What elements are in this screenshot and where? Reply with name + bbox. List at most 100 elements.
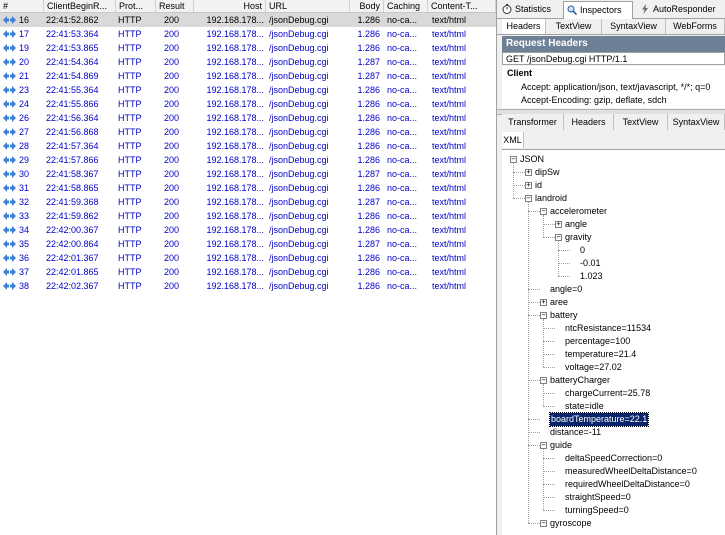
collapse-icon[interactable]: −: [540, 520, 547, 527]
tree-node[interactable]: gravity: [565, 231, 592, 244]
expand-icon[interactable]: +: [555, 221, 562, 228]
session-row[interactable]: 36 22:42:01.367 HTTP 200 192.168.178... /json…: [0, 251, 496, 265]
request-tab-textview[interactable]: TextView: [546, 19, 602, 34]
tree-node[interactable]: dipSw: [535, 166, 560, 179]
session-caching: no-ca...: [387, 43, 418, 53]
tree-node[interactable]: requiredWheelDeltaDistance=0: [565, 478, 690, 491]
tree-node[interactable]: angle: [565, 218, 587, 231]
session-row[interactable]: 27 22:41:56.868 HTTP 200 192.168.178... /json…: [0, 125, 496, 139]
session-result: 200: [164, 267, 180, 277]
collapse-icon[interactable]: −: [540, 442, 547, 449]
tree-node[interactable]: straightSpeed=0: [565, 491, 631, 504]
session-row[interactable]: 32 22:41:59.368 HTTP 200 192.168.178... /json…: [0, 195, 496, 209]
column-header-url[interactable]: URL: [266, 0, 350, 12]
tree-node[interactable]: 0: [580, 244, 585, 257]
tab-inspectors[interactable]: Inspectors: [563, 1, 633, 19]
column-header-client-begin[interactable]: ClientBeginR...: [44, 0, 116, 12]
column-header-host[interactable]: Host: [194, 0, 266, 12]
tree-node[interactable]: gyroscope: [550, 517, 592, 530]
column-header-body[interactable]: Body: [350, 0, 384, 12]
tree-node[interactable]: temperature=21.4: [565, 348, 636, 361]
tree-node[interactable]: 1.023: [580, 270, 603, 283]
collapse-icon[interactable]: −: [555, 234, 562, 241]
expand-icon[interactable]: +: [525, 169, 532, 176]
session-row[interactable]: 33 22:41:59.862 HTTP 200 192.168.178... /json…: [0, 209, 496, 223]
stopwatch-icon: [502, 4, 512, 14]
tree-node[interactable]: guide: [550, 439, 572, 452]
session-row[interactable]: 31 22:41:58.865 HTTP 200 192.168.178... /json…: [0, 181, 496, 195]
header-accept[interactable]: Accept: application/json, text/javascrip…: [521, 82, 710, 92]
tree-node[interactable]: measuredWheelDeltaDistance=0: [565, 465, 697, 478]
request-tab-headers[interactable]: Headers: [502, 19, 546, 34]
expand-icon[interactable]: +: [525, 182, 532, 189]
session-url: /jsonDebug.cgi: [269, 225, 329, 235]
tree-node[interactable]: aree: [550, 296, 568, 309]
column-header-content-type[interactable]: Content-T...: [428, 0, 496, 12]
session-row[interactable]: 29 22:41:57.866 HTTP 200 192.168.178... /json…: [0, 153, 496, 167]
session-caching: no-ca...: [387, 71, 418, 81]
tree-node[interactable]: battery: [550, 309, 578, 322]
tab-autoresponder[interactable]: AutoResponder: [637, 1, 725, 17]
response-tab-textview[interactable]: TextView: [614, 114, 668, 130]
session-row[interactable]: 26 22:41:56.364 HTTP 200 192.168.178... /json…: [0, 111, 496, 125]
tree-node[interactable]: deltaSpeedCorrection=0: [565, 452, 662, 465]
tree-node[interactable]: state=idle: [565, 400, 604, 413]
request-response-arrows-icon: [3, 184, 16, 192]
response-tab-transformer[interactable]: Transformer: [502, 114, 564, 130]
collapse-icon[interactable]: −: [510, 156, 517, 163]
session-row[interactable]: 37 22:42:01.865 HTTP 200 192.168.178... /json…: [0, 265, 496, 279]
collapse-icon[interactable]: −: [540, 208, 547, 215]
session-protocol: HTTP: [118, 253, 142, 263]
tree-node[interactable]: turningSpeed=0: [565, 504, 629, 517]
tree-node[interactable]: batteryCharger: [550, 374, 610, 387]
session-result: 200: [164, 169, 180, 179]
tree-node[interactable]: landroid: [535, 192, 567, 205]
tree-node[interactable]: JSON: [520, 153, 544, 166]
session-number: 33: [19, 211, 30, 221]
session-row[interactable]: 21 22:41:54.869 HTTP 200 192.168.178... /json…: [0, 69, 496, 83]
session-row[interactable]: 38 22:42:02.367 HTTP 200 192.168.178... /json…: [0, 279, 496, 293]
tree-node[interactable]: voltage=27.02: [565, 361, 622, 374]
header-accept-encoding[interactable]: Accept-Encoding: gzip, deflate, sdch: [521, 95, 667, 105]
column-header-caching[interactable]: Caching: [384, 0, 428, 12]
request-line[interactable]: GET /jsonDebug.cgi HTTP/1.1: [502, 52, 725, 65]
tree-node[interactable]: boardTemperature=22.1: [548, 412, 650, 427]
request-tab-webforms[interactable]: WebForms: [666, 19, 725, 34]
expand-icon[interactable]: +: [540, 299, 547, 306]
column-header-number[interactable]: #: [0, 0, 44, 12]
session-row[interactable]: 34 22:42:00.367 HTTP 200 192.168.178... /json…: [0, 223, 496, 237]
tree-node[interactable]: angle=0: [550, 283, 582, 296]
session-row[interactable]: 23 22:41:55.364 HTTP 200 192.168.178... /json…: [0, 83, 496, 97]
session-row[interactable]: 17 22:41:53.364 HTTP 200 192.168.178... /json…: [0, 27, 496, 41]
session-protocol: HTTP: [118, 155, 142, 165]
response-tab-xml[interactable]: XML: [502, 132, 524, 148]
tree-node[interactable]: -0.01: [580, 257, 601, 270]
json-tree[interactable]: − JSON + dipSw + id − landroid − accelerometer + an…: [502, 149, 725, 535]
response-tab-headers[interactable]: Headers: [564, 114, 614, 130]
tree-node[interactable]: id: [535, 179, 542, 192]
collapse-icon[interactable]: −: [525, 195, 532, 202]
tree-node[interactable]: chargeCurrent=25.78: [565, 387, 650, 400]
session-row[interactable]: 16 22:41:52.862 HTTP 200 192.168.178... /json…: [0, 13, 496, 27]
column-header-protocol[interactable]: Prot...: [116, 0, 156, 12]
collapse-icon[interactable]: −: [540, 377, 547, 384]
header-group-client[interactable]: Client: [507, 68, 532, 78]
tab-statistics[interactable]: Statistics: [499, 1, 561, 17]
tree-node[interactable]: accelerometer: [550, 205, 607, 218]
session-row[interactable]: 30 22:41:58.367 HTTP 200 192.168.178... /json…: [0, 167, 496, 181]
tree-node[interactable]: ntcResistance=11534: [565, 322, 651, 335]
session-row[interactable]: 20 22:41:54.364 HTTP 200 192.168.178... /json…: [0, 55, 496, 69]
session-caching: no-ca...: [387, 169, 418, 179]
session-row[interactable]: 35 22:42:00.864 HTTP 200 192.168.178... /json…: [0, 237, 496, 251]
request-tab-syntaxview[interactable]: SyntaxView: [602, 19, 666, 34]
tree-node[interactable]: distance=-11: [550, 426, 601, 439]
session-list[interactable]: # ClientBeginR... Prot... Result Host UR…: [0, 0, 497, 535]
response-tab-syntaxview[interactable]: SyntaxView: [668, 114, 725, 130]
session-row[interactable]: 28 22:41:57.364 HTTP 200 192.168.178... /json…: [0, 139, 496, 153]
column-header-result[interactable]: Result: [156, 0, 194, 12]
tree-node[interactable]: percentage=100: [565, 335, 630, 348]
session-row[interactable]: 19 22:41:53.865 HTTP 200 192.168.178... /json…: [0, 41, 496, 55]
session-number: 31: [19, 183, 30, 193]
collapse-icon[interactable]: −: [540, 312, 547, 319]
session-row[interactable]: 24 22:41:55.866 HTTP 200 192.168.178... /json…: [0, 97, 496, 111]
